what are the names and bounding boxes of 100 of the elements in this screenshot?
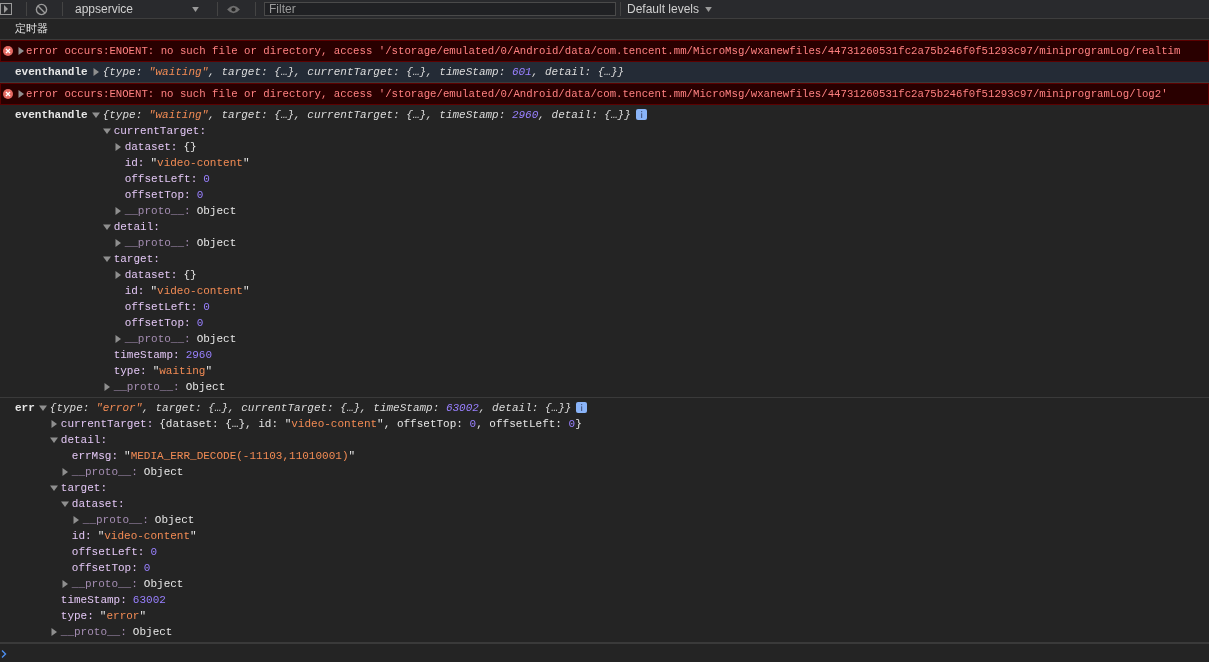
property-value: 0: [196, 316, 204, 331]
property-name: dataset:: [71, 497, 125, 512]
collapse-arrow-icon[interactable]: [49, 484, 58, 492]
property-value: "MEDIA_ERR_DECODE(-11103,11010001)": [124, 449, 356, 464]
log-label: eventhandle: [15, 65, 88, 80]
property-value: 2960: [185, 348, 213, 363]
log-label: err: [15, 401, 35, 416]
property-name: currentTarget:: [60, 417, 154, 432]
property-value: Object: [154, 513, 195, 528]
property-name: currentTarget:: [113, 124, 207, 139]
context-dropdown[interactable]: appservice: [69, 2, 209, 16]
property-name: detail:: [60, 433, 108, 448]
object-preview: {type: "waiting", target: {…}, currentTarget: {…}, timeStamp: 601, detail: {…}}: [102, 65, 625, 80]
sidebar-toggle-icon[interactable]: [0, 3, 12, 15]
collapse-arrow-icon[interactable]: [102, 255, 111, 263]
property-name: __proto__:: [71, 577, 138, 592]
property-value: "waiting": [152, 364, 213, 379]
collapse-arrow-icon[interactable]: [38, 404, 47, 412]
collapse-arrow-icon[interactable]: [91, 111, 100, 119]
expand-arrow-icon[interactable]: [49, 420, 58, 428]
eye-icon[interactable]: [226, 3, 241, 15]
expand-arrow-icon[interactable]: [17, 90, 25, 98]
collapse-arrow-icon[interactable]: [49, 436, 58, 444]
property-name: detail:: [113, 220, 160, 235]
filter-field[interactable]: Filter: [264, 2, 616, 16]
error-icon: [3, 46, 13, 56]
property-name: timeStamp:: [113, 348, 180, 363]
property-value: 0: [196, 188, 204, 203]
property-name: type:: [60, 609, 94, 624]
property-value: "video-content": [150, 284, 250, 299]
property-name: __proto__:: [71, 465, 138, 480]
caret-icon: [192, 6, 199, 12]
property-value: Object: [196, 204, 237, 219]
collapse-arrow-icon[interactable]: [102, 223, 111, 231]
property-value: "video-content": [150, 156, 250, 171]
property-name: dataset:: [124, 268, 178, 283]
property-value: "error": [99, 609, 147, 624]
property-name: id:: [124, 284, 145, 299]
expand-arrow-icon[interactable]: [91, 68, 100, 76]
property-name: offsetTop:: [124, 188, 191, 203]
caret-icon: [705, 6, 713, 12]
expand-arrow-icon[interactable]: [102, 383, 111, 391]
error-text: error occurs:ENOENT: no such file or directory, access '/storage/emulated/0/Android/data/com.tencent.mm/MicroMsg/wxanewfiles/44731260531fc2a75b246f0f51293c97/miniprogramLog/log2': [26, 87, 1168, 102]
error-text: error occurs:ENOENT: no such file or directory, access '/storage/emulated/0/Android/data/com.tencent.mm/MicroMsg/wxanewfiles/44731260531fc2a75b246f0f51293c97/miniprogramLog/realtim: [26, 44, 1181, 59]
prompt-chevron-icon: [1, 650, 7, 658]
property-name: __proto__:: [124, 236, 191, 251]
property-name: __proto__:: [60, 625, 127, 640]
object-preview: {type: "waiting", target: {…}, currentTarget: {…}, timeStamp: 2960, detail: {…}}: [102, 108, 631, 123]
property-name: target:: [113, 252, 160, 267]
property-name: target:: [60, 481, 108, 496]
expand-arrow-icon[interactable]: [113, 207, 122, 215]
expand-arrow-icon[interactable]: [113, 143, 122, 151]
property-value: {}: [183, 268, 197, 283]
property-name: __proto__:: [82, 513, 149, 528]
property-name: offsetTop:: [71, 561, 138, 576]
property-value: Object: [196, 332, 237, 347]
expand-arrow-icon[interactable]: [60, 580, 69, 588]
property-value: {dataset: {…}, id: "video-content", offsetTop: 0, offsetLeft: 0}: [159, 417, 582, 432]
property-value: 0: [203, 300, 210, 315]
property-value: Object: [143, 465, 184, 480]
error-icon: [3, 89, 13, 99]
expand-arrow-icon[interactable]: [17, 47, 25, 55]
property-name: offsetLeft:: [124, 300, 198, 315]
collapse-arrow-icon[interactable]: [60, 500, 69, 508]
property-name: id:: [71, 529, 92, 544]
property-name: errMsg:: [71, 449, 119, 464]
property-value: Object: [132, 625, 173, 640]
property-value: Object: [185, 380, 226, 395]
property-value: 63002: [132, 593, 166, 608]
property-value: 0: [203, 172, 210, 187]
expand-arrow-icon[interactable]: [113, 271, 122, 279]
property-value: 0: [150, 545, 158, 560]
property-name: dataset:: [124, 140, 178, 155]
expand-arrow-icon[interactable]: [60, 468, 69, 476]
property-value: Object: [196, 236, 237, 251]
property-name: __proto__:: [113, 380, 180, 395]
property-value: Object: [143, 577, 184, 592]
property-name: offsetLeft:: [124, 172, 198, 187]
expand-arrow-icon[interactable]: [49, 628, 58, 636]
expand-arrow-icon[interactable]: [71, 516, 80, 524]
property-name: __proto__:: [124, 204, 191, 219]
log-message: 定时器: [15, 21, 48, 37]
object-preview: {type: "error", target: {…}, currentTarget: {…}, timeStamp: 63002, detail: {…}}: [49, 401, 572, 416]
property-name: offsetLeft:: [71, 545, 145, 560]
property-value: "video-content": [97, 529, 197, 544]
collapse-arrow-icon[interactable]: [102, 127, 111, 135]
clear-console-icon[interactable]: [35, 2, 48, 16]
property-name: offsetTop:: [124, 316, 191, 331]
log-label: eventhandle: [15, 108, 88, 123]
property-name: id:: [124, 156, 145, 171]
property-value: {}: [183, 140, 197, 155]
info-icon[interactable]: [635, 109, 647, 120]
property-name: __proto__:: [124, 332, 191, 347]
expand-arrow-icon[interactable]: [113, 239, 122, 247]
property-name: timeStamp:: [60, 593, 127, 608]
property-name: type:: [113, 364, 147, 379]
log-levels-dropdown[interactable]: Default levels: [620, 2, 719, 16]
property-value: 0: [143, 561, 151, 576]
expand-arrow-icon[interactable]: [113, 335, 122, 343]
info-icon[interactable]: [576, 402, 588, 413]
